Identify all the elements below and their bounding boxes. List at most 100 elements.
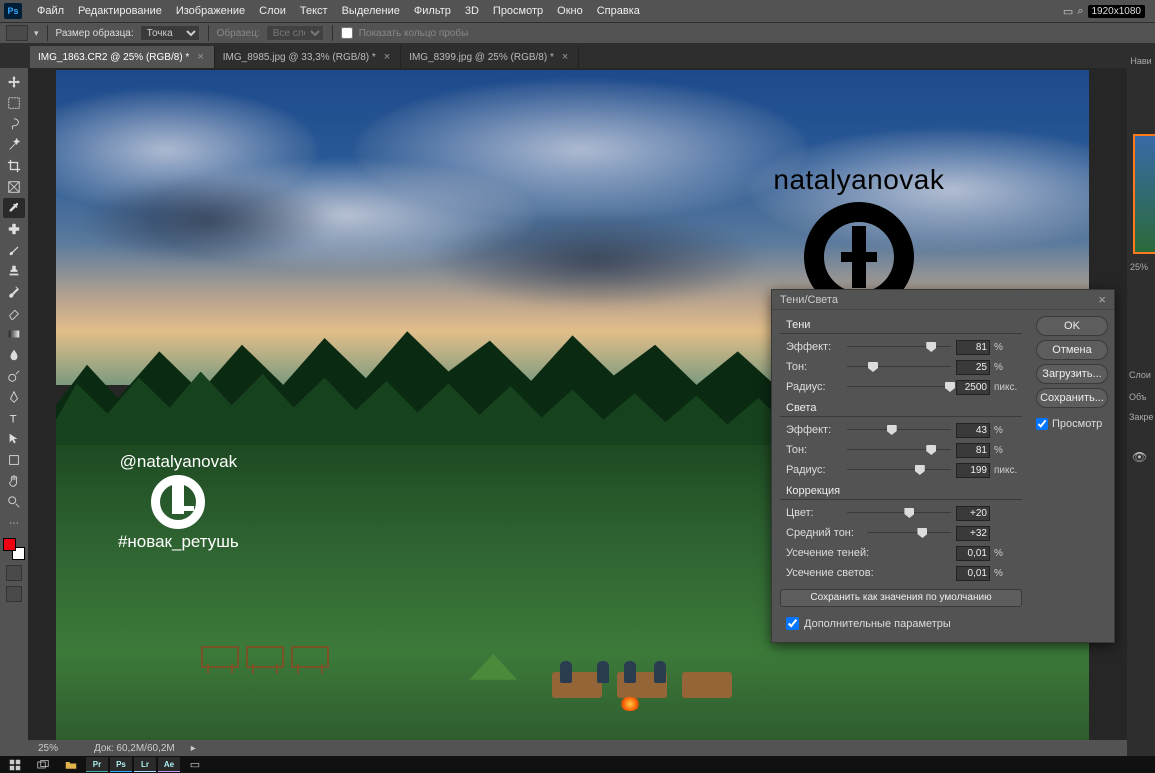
shadow-radius-slider[interactable] bbox=[847, 381, 951, 393]
navigator-tab[interactable]: Нави bbox=[1127, 52, 1155, 70]
taskbar-app-lr[interactable]: Lr bbox=[134, 757, 156, 772]
sample-source-select[interactable]: Все слои bbox=[266, 25, 324, 41]
shadow-tone-slider[interactable] bbox=[847, 361, 951, 373]
close-icon[interactable]: × bbox=[382, 51, 392, 63]
move-tool[interactable] bbox=[3, 72, 25, 92]
black-clip-input[interactable] bbox=[956, 546, 990, 561]
brush-tool[interactable] bbox=[3, 240, 25, 260]
marquee-tool[interactable] bbox=[3, 93, 25, 113]
navigator-zoom[interactable]: 25% bbox=[1130, 262, 1148, 272]
menu-window[interactable]: Окно bbox=[550, 0, 590, 22]
save-as-defaults-button[interactable]: Сохранить как значения по умолчанию bbox=[780, 589, 1022, 607]
menu-view[interactable]: Просмотр bbox=[486, 0, 550, 22]
doc-size: Док: 60,2M/60,2M bbox=[94, 743, 175, 754]
menu-image[interactable]: Изображение bbox=[169, 0, 252, 22]
tab-doc-2[interactable]: IMG_8985.jpg @ 33,3% (RGB/8) * × bbox=[215, 46, 401, 68]
midtone-row: Средний тон: bbox=[780, 523, 1022, 543]
close-icon[interactable]: × bbox=[1098, 292, 1106, 307]
hilite-amount-slider[interactable] bbox=[847, 424, 951, 436]
dodge-tool[interactable] bbox=[3, 366, 25, 386]
sample-size-select[interactable]: Точка bbox=[140, 25, 200, 41]
midtone-slider[interactable] bbox=[867, 527, 951, 539]
blur-tool[interactable] bbox=[3, 345, 25, 365]
healing-tool[interactable] bbox=[3, 219, 25, 239]
menu-help[interactable]: Справка bbox=[590, 0, 647, 22]
unit: пикс. bbox=[990, 465, 1022, 476]
task-view-button[interactable] bbox=[30, 757, 56, 772]
gradient-tool[interactable] bbox=[3, 324, 25, 344]
preview-checkbox[interactable] bbox=[1036, 418, 1048, 430]
shape-tool[interactable] bbox=[3, 450, 25, 470]
midtone-input[interactable] bbox=[956, 526, 990, 541]
shadow-tone-input[interactable] bbox=[956, 360, 990, 375]
taskbar-app-pr[interactable]: Pr bbox=[86, 757, 108, 772]
screenmode-toggle[interactable] bbox=[6, 586, 22, 602]
eraser-tool[interactable] bbox=[3, 303, 25, 323]
tool-chevron-icon[interactable]: ▾ bbox=[34, 28, 39, 39]
white-clip-input[interactable] bbox=[956, 566, 990, 581]
save-button[interactable]: Сохранить... bbox=[1036, 388, 1108, 408]
hilite-tone-input[interactable] bbox=[956, 443, 990, 458]
hilite-radius-input[interactable] bbox=[956, 463, 990, 478]
menu-filter[interactable]: Фильтр bbox=[407, 0, 458, 22]
hilite-radius-slider[interactable] bbox=[847, 464, 951, 476]
more-options-checkbox[interactable] bbox=[786, 617, 799, 630]
history-brush-tool[interactable] bbox=[3, 282, 25, 302]
frame-tool[interactable] bbox=[3, 177, 25, 197]
eyedropper-tool[interactable] bbox=[3, 198, 25, 218]
load-button[interactable]: Загрузить... bbox=[1036, 364, 1108, 384]
type-tool[interactable]: T bbox=[3, 408, 25, 428]
lasso-tool[interactable] bbox=[3, 114, 25, 134]
hilite-tone-row: Тон: % bbox=[780, 440, 1022, 460]
shadows-group-title: Тени bbox=[786, 319, 1022, 331]
path-select-tool[interactable] bbox=[3, 429, 25, 449]
visibility-eye-icon[interactable]: 👁 bbox=[1132, 450, 1147, 464]
explorer-button[interactable] bbox=[58, 757, 84, 772]
zoom-tool[interactable] bbox=[3, 492, 25, 512]
menu-select[interactable]: Выделение bbox=[335, 0, 407, 22]
menu-3d[interactable]: 3D bbox=[458, 0, 486, 22]
shadow-amount-input[interactable] bbox=[956, 340, 990, 355]
tab-label: IMG_1863.CR2 @ 25% (RGB/8) * bbox=[38, 52, 189, 63]
color-corr-slider[interactable] bbox=[847, 507, 951, 519]
color-corr-input[interactable] bbox=[956, 506, 990, 521]
zoom-value[interactable]: 25% bbox=[38, 743, 78, 754]
hilite-tone-slider[interactable] bbox=[847, 444, 951, 456]
taskbar-app-ps[interactable]: Ps bbox=[110, 757, 132, 772]
wand-tool[interactable] bbox=[3, 135, 25, 155]
menu-text[interactable]: Текст bbox=[293, 0, 335, 22]
tab-doc-3[interactable]: IMG_8399.jpg @ 25% (RGB/8) * × bbox=[401, 46, 579, 68]
ok-button[interactable]: OK bbox=[1036, 316, 1108, 336]
watermark-bottom: @natalyanovak #новак_ретушь bbox=[118, 452, 239, 552]
color-swatches[interactable] bbox=[3, 538, 25, 560]
search-icon[interactable]: ⌕ bbox=[1077, 5, 1083, 18]
menu-file[interactable]: Файл bbox=[30, 0, 71, 22]
shadow-amount-slider[interactable] bbox=[847, 341, 951, 353]
dialog-titlebar[interactable]: Тени/Света × bbox=[772, 290, 1114, 310]
tab-doc-1[interactable]: IMG_1863.CR2 @ 25% (RGB/8) * × bbox=[30, 46, 215, 68]
eyedropper-tool-icon[interactable] bbox=[6, 25, 28, 41]
unit: % bbox=[990, 568, 1022, 579]
edit-toolbar[interactable]: ⋯ bbox=[3, 513, 25, 533]
status-chevron-icon[interactable]: ▸ bbox=[191, 743, 196, 754]
cancel-button[interactable]: Отмена bbox=[1036, 340, 1108, 360]
taskbar-extra[interactable]: ▭ bbox=[182, 757, 208, 772]
show-ring-checkbox[interactable] bbox=[341, 27, 353, 39]
menu-edit[interactable]: Редактирование bbox=[71, 0, 169, 22]
hilite-amount-input[interactable] bbox=[956, 423, 990, 438]
layers-tab[interactable]: Слои bbox=[1129, 370, 1151, 380]
stamp-tool[interactable] bbox=[3, 261, 25, 281]
close-icon[interactable]: × bbox=[195, 51, 205, 63]
close-icon[interactable]: × bbox=[560, 51, 570, 63]
crop-tool[interactable] bbox=[3, 156, 25, 176]
shadow-tone-row: Тон: % bbox=[780, 357, 1022, 377]
quickmask-toggle[interactable] bbox=[6, 565, 22, 581]
shadow-radius-input[interactable] bbox=[956, 380, 990, 395]
menu-layers[interactable]: Слои bbox=[252, 0, 293, 22]
navigator-thumbnail[interactable] bbox=[1133, 134, 1155, 254]
start-button[interactable] bbox=[2, 757, 28, 772]
taskbar-app-ae[interactable]: Ae bbox=[158, 757, 180, 772]
screen-share-icon[interactable]: ▭ bbox=[1063, 5, 1073, 18]
hand-tool[interactable] bbox=[3, 471, 25, 491]
pen-tool[interactable] bbox=[3, 387, 25, 407]
